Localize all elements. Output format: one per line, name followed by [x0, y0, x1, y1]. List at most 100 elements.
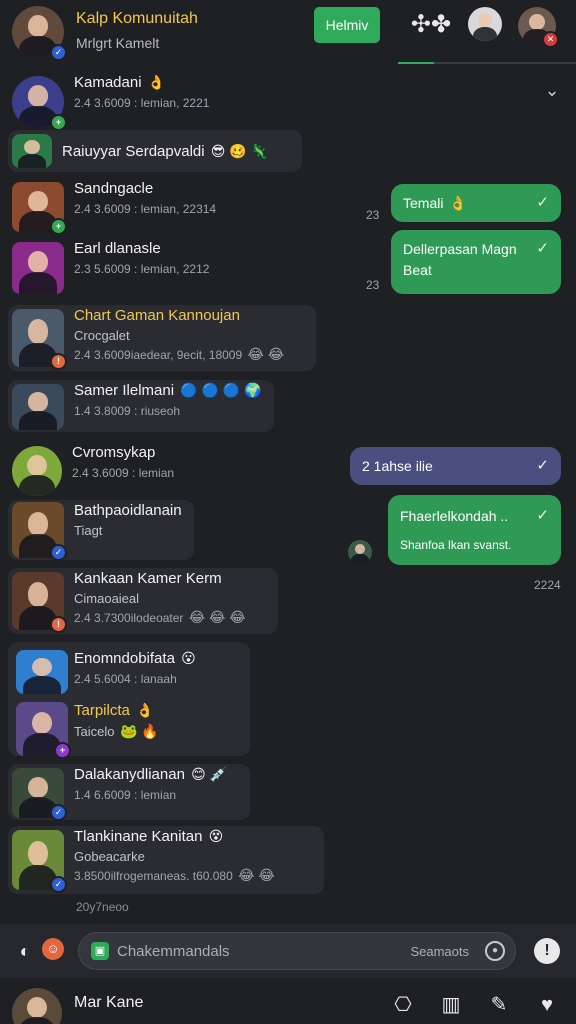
chat-name: Tarpilcta — [74, 702, 130, 719]
check-icon: ✓ — [536, 457, 549, 474]
chat-emoji: 😵 — [208, 828, 224, 844]
chat-emoji: 🔵 🔵 🔵 🌍 — [180, 382, 262, 398]
chat-item[interactable]: ! Chart Gaman Kannoujan Crocgalet 2.4 3.… — [8, 305, 316, 371]
chat-item[interactable]: + Sandngacle 2.4 3.6009 : lemian, 22314 — [8, 178, 268, 235]
online-badge-icon: + — [50, 218, 67, 235]
verified-badge-icon: ✓ — [50, 544, 67, 561]
follow-button[interactable]: Helmiv — [314, 7, 380, 43]
check-icon: ✓ — [536, 240, 549, 257]
message-emoji: 👌 — [449, 195, 467, 211]
chat-status: Cimaoaieal — [74, 591, 140, 606]
chat-status: Crocgalet — [74, 328, 130, 343]
chevron-down-icon[interactable]: ⌄ — [540, 80, 564, 100]
notification-badge-icon: ✕ — [542, 31, 559, 48]
gift-icon[interactable]: ⎔ — [390, 992, 416, 1018]
chat-item[interactable]: Enomndobifata 😮 2.4 5.6004 : lanaah — [8, 642, 250, 694]
sender-avatar[interactable] — [348, 540, 372, 564]
chat-avatar: ! — [12, 309, 67, 370]
community-subtitle: Mrlgrt Kamelt — [76, 35, 160, 51]
chat-avatar: ✓ — [12, 830, 67, 893]
chat-item[interactable]: Earl dlanasle 2.3 5.6009 : lemian, 2212 — [8, 238, 268, 294]
chat-item[interactable]: ! Kankaan Kamer Kerm Cimaoaieal 2.4 3.73… — [8, 568, 278, 634]
chat-name: Enomndobifata — [74, 650, 175, 667]
chat-name: Earl dlanasle — [74, 240, 161, 257]
chat-name: Dalakanydlianan — [74, 766, 185, 783]
user-avatar[interactable] — [12, 988, 62, 1024]
message-text-2: Shanfoa lkan svanst. — [400, 538, 512, 552]
sticker-icon[interactable]: ◐ — [12, 938, 38, 964]
reaction-badge-icon: ! — [50, 616, 67, 633]
chat-avatar: ! — [12, 572, 67, 633]
chat-status: Tiagt — [74, 523, 103, 538]
member-avatar[interactable] — [468, 7, 502, 41]
chat-emoji: 😂 😂 — [238, 867, 275, 883]
community-title[interactable]: Kalp Komunuitah — [76, 10, 198, 28]
chat-item[interactable]: ✓ Tlankinane Kanitan 😵 Gobeacarke 3.8500… — [8, 826, 324, 894]
message-time: 2224 — [534, 578, 561, 592]
pen-icon[interactable]: ✎ — [486, 992, 512, 1018]
message-text: Dellerpasan Magn — [403, 241, 517, 257]
chat-meta: 1.4 6.6009 : lemian — [74, 788, 177, 802]
community-avatar[interactable]: ✓ — [12, 6, 67, 61]
chat-avatar — [16, 650, 68, 694]
gif-icon[interactable]: ▣ — [91, 942, 109, 960]
user-name: Mar Kane — [74, 994, 144, 1011]
chat-item[interactable]: + Kamadani 👌 2.4 3.6009 : lemian, 2221 — [8, 72, 268, 131]
chat-name: Tlankinane Kanitan — [74, 828, 203, 845]
chat-item[interactable]: ✓ Bathpaoidlanain Tiagt — [8, 500, 194, 561]
chat-name: Samer Ilelmani — [74, 382, 175, 399]
chat-emoji: 👌 — [136, 702, 154, 718]
verified-badge-icon: ✓ — [50, 804, 67, 821]
chat-avatar: ✓ — [12, 768, 67, 821]
message-bubble[interactable]: Temali 👌 ✓ — [391, 184, 561, 222]
message-text: 2 1ahse ilie — [362, 458, 433, 474]
chat-emoji: 😮 — [181, 650, 196, 666]
chat-meta: 2.4 5.6004 : lanaah — [74, 672, 177, 686]
book-icon[interactable]: ▥ — [438, 992, 464, 1018]
profile-avatar[interactable]: ✕ — [518, 7, 559, 48]
heart-icon[interactable]: ♥ — [534, 992, 560, 1018]
check-icon: ✓ — [536, 194, 549, 211]
chat-emoji: 😂 😂 😂 — [188, 609, 246, 625]
message-bubble[interactable]: Fhaerlelkondah .. Shanfoa lkan svanst. ✓ — [388, 495, 561, 565]
bottom-bar: Mar Kane ⎔ ▥ ✎ ♥ — [0, 978, 576, 1024]
message-bubble[interactable]: 2 1ahse ilie ✓ — [350, 447, 561, 485]
message-input[interactable]: ▣ Chakemmandals Seamaots ● — [78, 932, 516, 970]
message-text: Fhaerlelkondah .. — [400, 508, 509, 524]
gamepad-icon[interactable]: ✣✤ — [406, 8, 456, 42]
chat-item[interactable]: + Tarpilcta 👌 Taicelo 🐸 🔥 — [8, 696, 250, 759]
microphone-icon[interactable]: ! — [534, 938, 560, 964]
message-time: 23 — [366, 278, 380, 292]
chat-avatar — [12, 446, 62, 496]
chat-meta: 2.4 3.6009 : lemian, 22314 — [74, 202, 217, 216]
composer: ◐ ☺ ▣ Chakemmandals Seamaots ● ! — [0, 924, 576, 978]
chat-item[interactable]: Cvromsykap 2.4 3.6009 : lemian — [8, 442, 268, 496]
chat-item[interactable]: ✓ Dalakanydlianan 😊 💉 1.4 6.6009 : lemia… — [8, 764, 250, 821]
chat-meta: 2.4 3.6009iaedear, 9ecit, 18009 — [74, 348, 243, 362]
chat-status: Taicelo — [74, 724, 115, 739]
message-bubble[interactable]: Dellerpasan Magn Beat ✓ — [391, 230, 561, 294]
chat-name: Chart Gaman Kannoujan — [74, 307, 240, 324]
tab-indicator — [398, 62, 576, 64]
chat-meta: 1.4 3.8009 : riuseoh — [74, 404, 181, 418]
chat-item[interactable]: Raiuyyar Serdapvaldi 😎 🥴 🦎 — [8, 130, 302, 172]
chat-avatar: ✓ — [12, 502, 67, 561]
send-label[interactable]: Seamaots — [410, 944, 469, 959]
emoji-icon[interactable]: ☺ — [42, 938, 64, 960]
check-icon: ✓ — [536, 507, 549, 524]
chat-avatar: + — [16, 702, 71, 759]
chat-emoji: 👌 — [147, 74, 166, 90]
reaction-badge-icon: ! — [50, 353, 67, 370]
footnote: 20y7neoo — [76, 900, 129, 914]
chat-name: Raiuyyar Serdapvaldi — [62, 142, 205, 160]
chat-emoji: 🐸 🔥 — [120, 723, 159, 739]
chat-group: Enomndobifata 😮 2.4 5.6004 : lanaah + Ta… — [8, 642, 250, 759]
chat-avatar: + — [12, 76, 67, 131]
chat-avatar: + — [12, 182, 67, 235]
chat-item[interactable]: Samer Ilelmani 🔵 🔵 🔵 🌍 1.4 3.8009 : rius… — [8, 380, 274, 432]
chat-name: Bathpaoidlanain — [74, 502, 182, 519]
online-badge-icon: + — [50, 114, 67, 131]
camera-icon[interactable]: ● — [485, 941, 505, 961]
input-placeholder: Chakemmandals — [117, 943, 230, 960]
chat-name: Cvromsykap — [72, 444, 156, 461]
